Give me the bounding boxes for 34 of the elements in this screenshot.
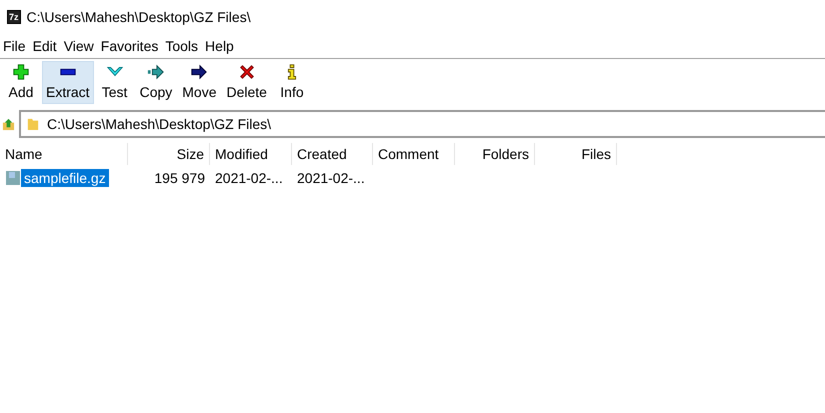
file-name[interactable]: samplefile.gz [21, 169, 109, 187]
toolbar-button[interactable]: Test [96, 61, 134, 104]
toolbar-button[interactable]: Copy [136, 61, 176, 104]
menu-item[interactable]: Tools [165, 38, 198, 54]
column-header[interactable]: Files [535, 143, 617, 165]
menu-item[interactable]: Favorites [100, 38, 158, 54]
column-header[interactable]: Folders [455, 143, 535, 165]
column-header[interactable]: Modified [210, 143, 292, 165]
menu-item[interactable]: File [3, 38, 26, 54]
toolbar-button[interactable]: Delete [222, 61, 271, 104]
table-cell-text: 195 979 [153, 170, 206, 186]
window-title: C:\Users\Mahesh\Desktop\GZ Files\ [26, 8, 251, 24]
toolbar-button[interactable]: Move [178, 61, 220, 104]
app-logo: 7z [7, 10, 21, 24]
table-cell-text: 2021-02-... [214, 170, 284, 186]
menu-item[interactable]: Help [205, 38, 234, 54]
arrow-icon [146, 63, 165, 81]
column-header[interactable]: Comment [373, 143, 455, 165]
menu-item[interactable]: View [64, 38, 94, 54]
folder-up-icon[interactable] [2, 118, 15, 130]
file-icon [5, 170, 21, 186]
table-cell-text: 2021-02-... [296, 170, 366, 186]
toolbar-button[interactable]: Add [2, 61, 40, 104]
folder-icon [27, 116, 39, 132]
column-header[interactable]: Name [0, 143, 128, 165]
close-icon [238, 63, 256, 81]
toolbar-button[interactable]: Extract [42, 61, 94, 104]
menu-item[interactable]: Edit [32, 38, 57, 54]
arrow-icon [190, 63, 208, 81]
address-field[interactable]: C:\Users\Mahesh\Desktop\GZ Files\ [19, 110, 825, 138]
toolbar-button[interactable]: Info [272, 61, 311, 104]
column-header[interactable]: Size [128, 143, 210, 165]
plus-icon [12, 63, 30, 81]
column-header[interactable]: Created [292, 143, 373, 165]
